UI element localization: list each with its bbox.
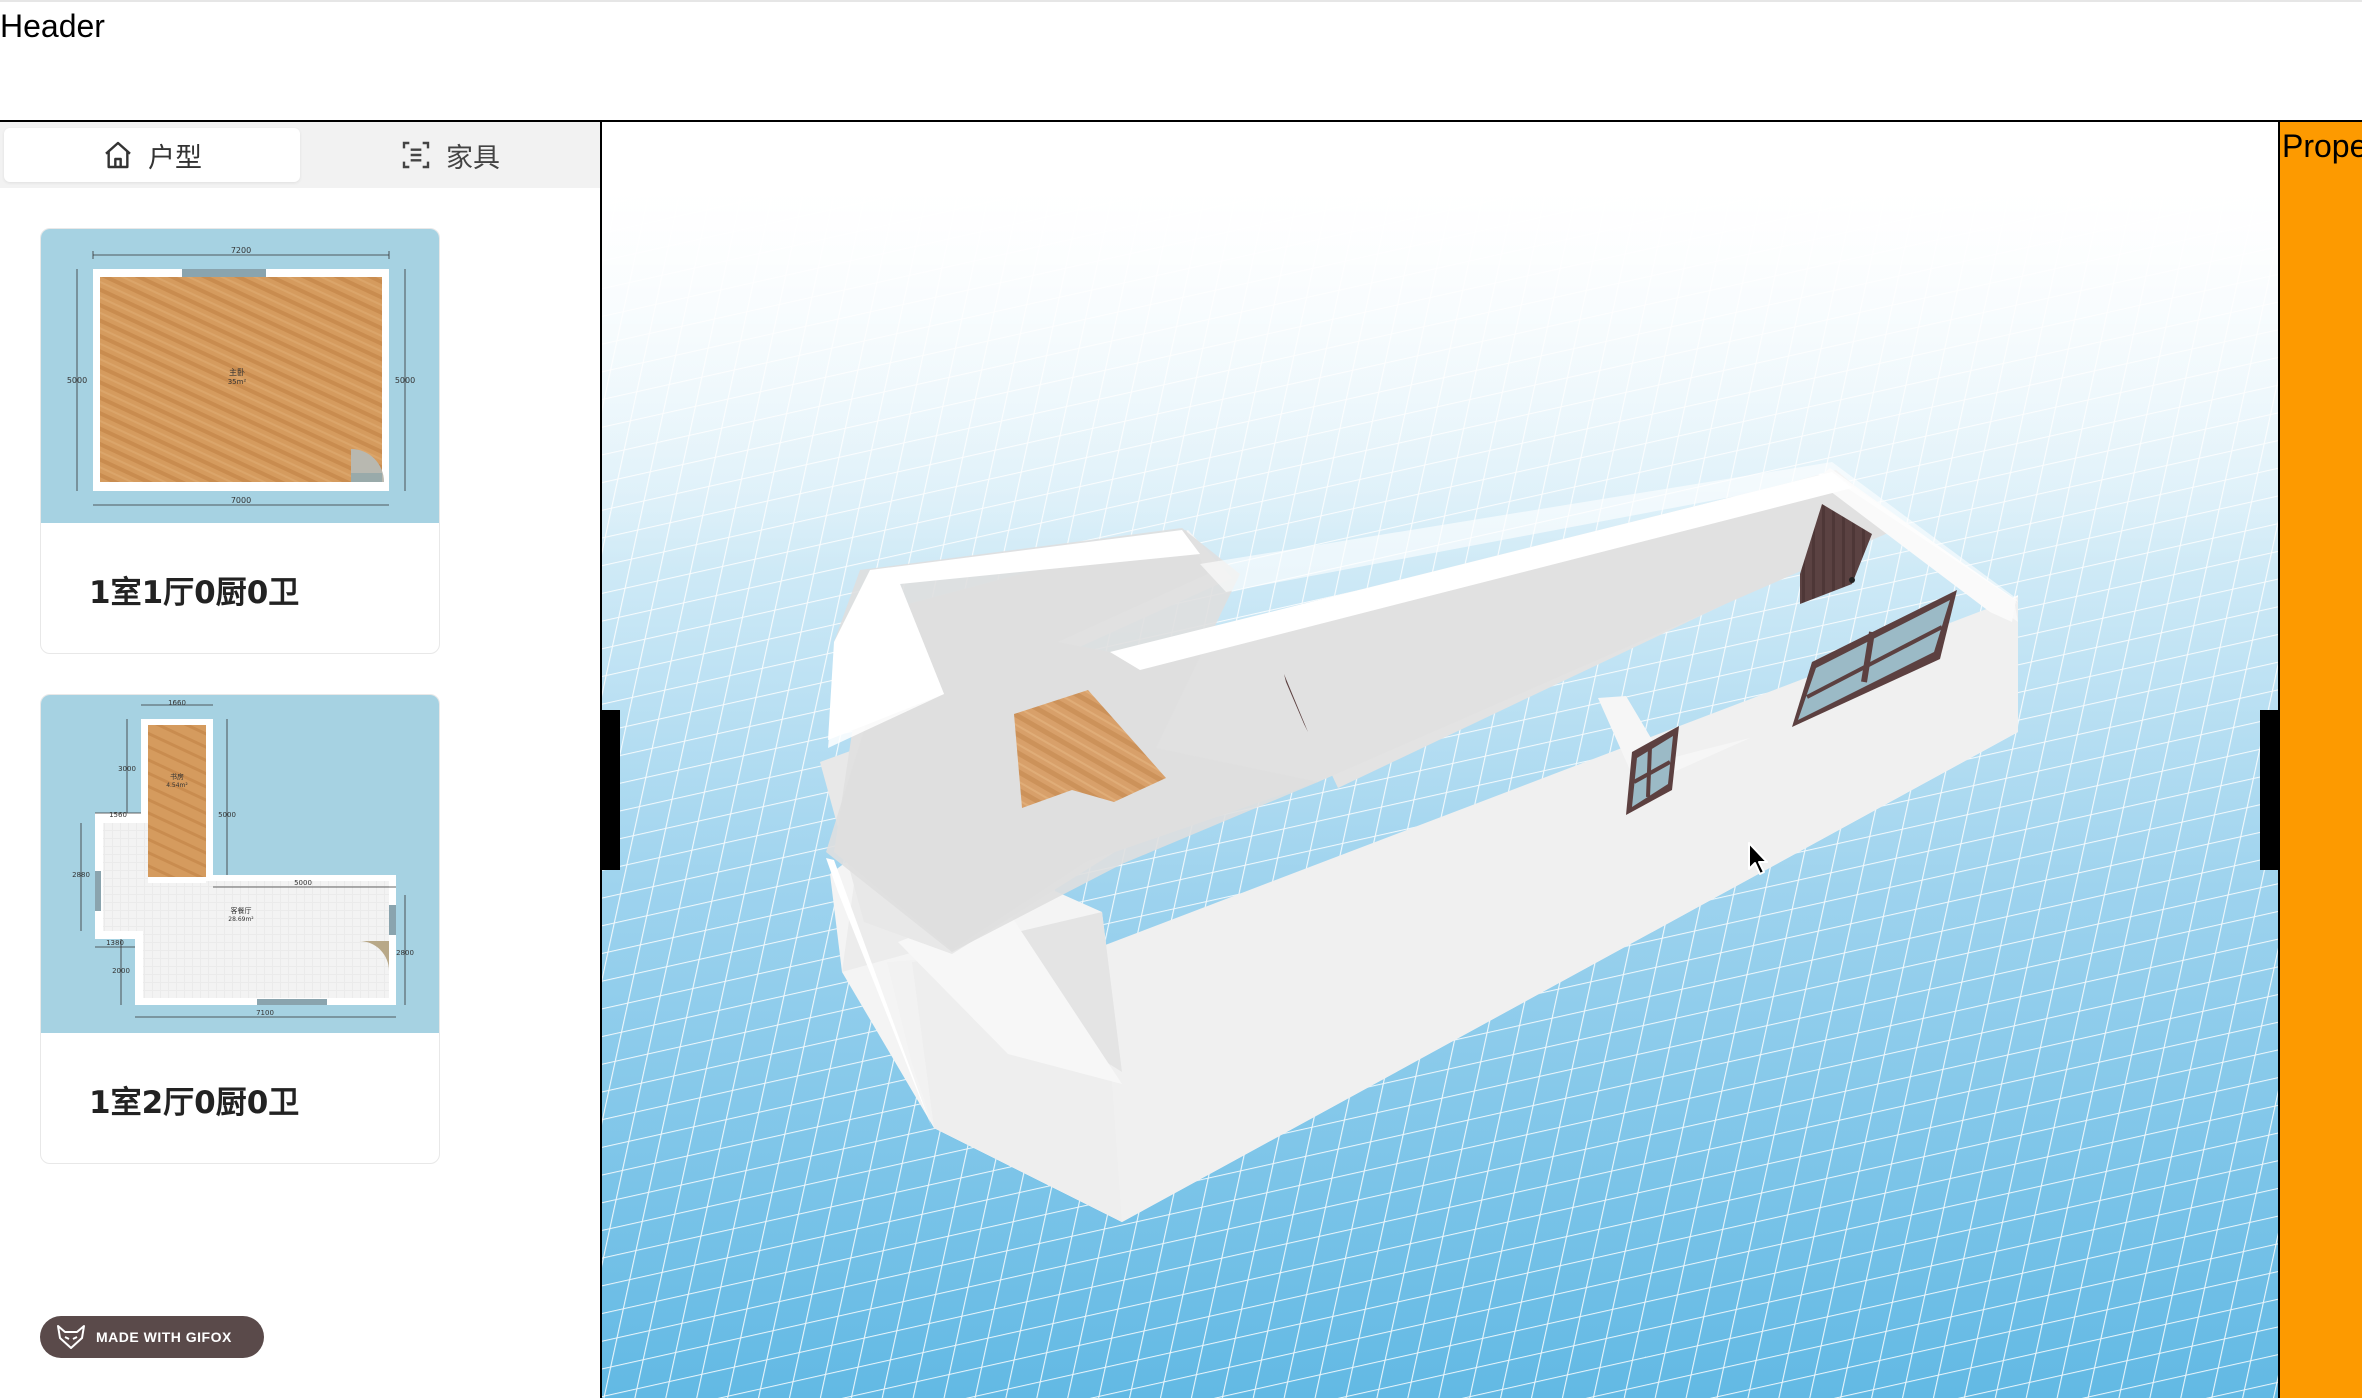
home-icon: [105, 141, 131, 169]
plan-room1-area: 4.54m²: [166, 782, 188, 789]
plan-left-label: 5000: [67, 376, 87, 385]
gifox-badge: MADE WITH GIFOX: [40, 1316, 264, 1358]
floor-plan-thumbnail: 7200 7000 5000 5000 主卧 35m²: [41, 229, 439, 523]
plan-width-label: 7200: [231, 246, 251, 255]
properties-title: Properties: [2282, 128, 2362, 164]
tab-floorplan-label: 户型: [148, 142, 202, 174]
fox-logo-icon: [57, 1325, 85, 1349]
plan-room1-name: 书房: [170, 772, 184, 781]
plan-label-5000b: 5000: [294, 879, 312, 887]
plan-room-area: 35m²: [228, 378, 247, 386]
plan-label-2800: 2800: [396, 949, 414, 957]
plan-room2-name: 客餐厅: [231, 906, 252, 915]
layout-card-1[interactable]: 7200 7000 5000 5000 主卧 35m² 1室1厅0厨0卫: [40, 228, 440, 654]
header-title: Header: [0, 8, 105, 44]
furniture-scan-icon: [402, 141, 430, 169]
plan-label-1660: 1660: [168, 699, 186, 707]
plan-bottom-label: 7000: [231, 496, 251, 505]
plan-label-2880: 2880: [72, 871, 90, 879]
plan-label-1560: 1560: [109, 811, 127, 819]
plan-label-5000a: 5000: [218, 811, 236, 819]
layout-card-2[interactable]: 1660 3000 5000 1560 2880 5000 1380 2000 …: [40, 694, 440, 1164]
3d-viewport[interactable]: [602, 122, 2278, 1398]
mouse-cursor-icon: [1748, 842, 1768, 875]
plan-room-name: 主卧: [229, 367, 245, 377]
plan-label-3000: 3000: [118, 765, 136, 773]
app-header: Header: [0, 0, 2362, 122]
layout-title: 1室2厅0厨0卫: [89, 1085, 300, 1121]
sidebar-tabs: 户型 家具: [0, 122, 600, 188]
right-panel-resize-handle[interactable]: [2260, 710, 2278, 870]
plan-label-2000: 2000: [112, 967, 130, 975]
tab-furniture-label: 家具: [446, 142, 500, 174]
plan-label-7100: 7100: [256, 1009, 274, 1017]
layout-title: 1室1厅0厨0卫: [89, 575, 300, 611]
sidebar: 户型 家具 7200 7000 5000 5000 主卧 35m² 1室1厅0厨…: [0, 122, 602, 1398]
plan-room2-area: 28.69m²: [228, 916, 254, 923]
tab-floorplan[interactable]: 户型: [4, 128, 300, 182]
left-panel-resize-handle[interactable]: [602, 710, 620, 870]
gifox-badge-label: MADE WITH GIFOX: [96, 1329, 232, 1345]
floor-plan-thumbnail: 1660 3000 5000 1560 2880 5000 1380 2000 …: [41, 695, 439, 1033]
tab-furniture[interactable]: 家具: [302, 128, 598, 182]
properties-panel: Properties: [2278, 122, 2362, 1398]
plan-right-label: 5000: [395, 376, 415, 385]
